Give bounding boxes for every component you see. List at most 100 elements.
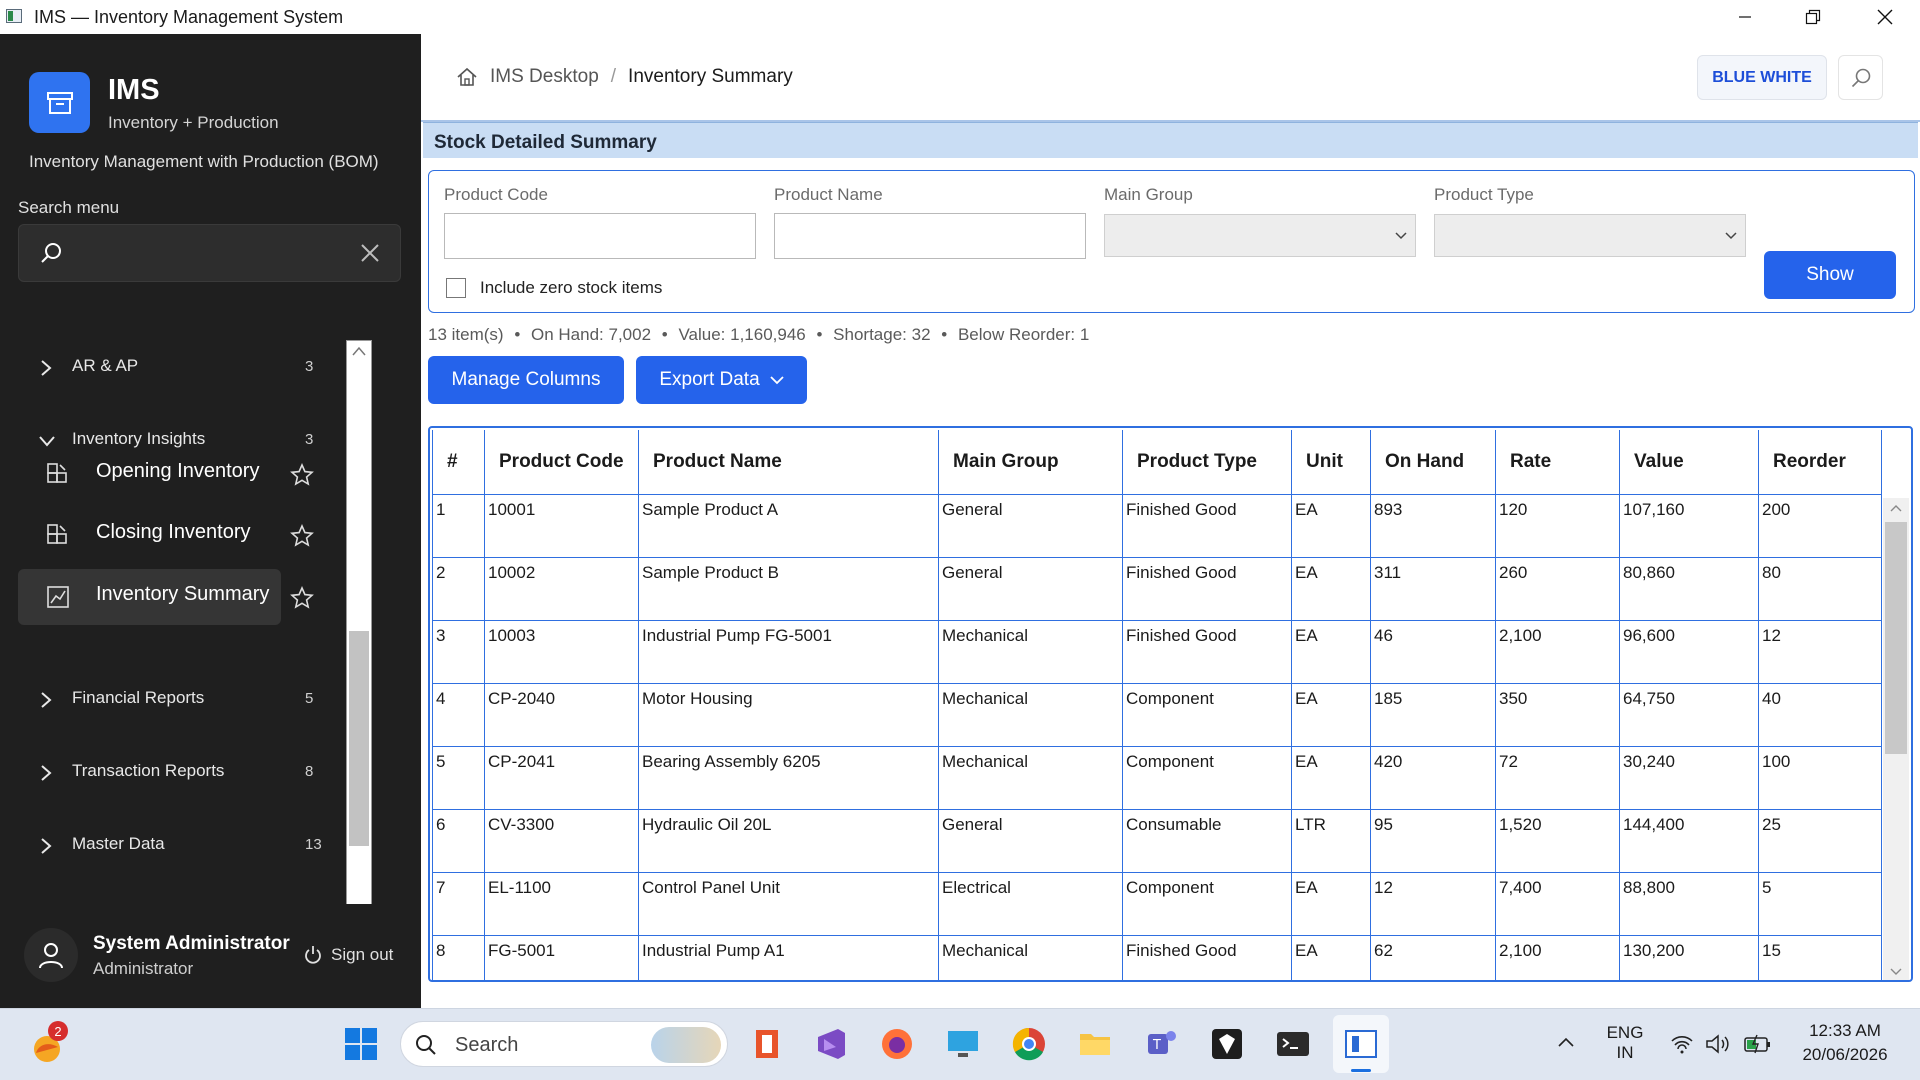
cell-main-group: General <box>938 808 1123 873</box>
show-button[interactable]: Show <box>1764 251 1896 299</box>
sidebar-scrollbar[interactable] <box>346 340 372 940</box>
wifi-icon[interactable] <box>1670 1034 1694 1054</box>
cell-product-code: 10002 <box>484 556 639 621</box>
nav-item-closing-inventory[interactable]: Closing Inventory <box>18 507 281 563</box>
favorite-star-icon[interactable] <box>290 463 314 487</box>
file-explorer-icon[interactable] <box>1076 1025 1114 1063</box>
chevron-down-icon <box>1395 232 1407 240</box>
export-data-button[interactable]: Export Data <box>636 356 807 404</box>
table-row[interactable]: 5 CP-2041 Bearing Assembly 6205 Mechanical C… <box>432 745 1882 810</box>
main-group-label: Main Group <box>1104 185 1193 204</box>
nav-section-ar-ap[interactable]: AR & AP 3 <box>0 340 340 396</box>
favorite-star-icon[interactable] <box>290 524 314 548</box>
ims-taskbar-button[interactable] <box>1333 1015 1389 1073</box>
nav-section-count: 8 <box>305 763 314 780</box>
theme-button[interactable]: BLUE WHITE <box>1697 55 1827 100</box>
language-code: ENG <box>1606 1023 1644 1042</box>
cell-unit: LTR <box>1291 808 1371 873</box>
avatar[interactable] <box>24 928 78 982</box>
clock-time: 12:33 AM <box>1809 1021 1881 1040</box>
minimize-button[interactable] <box>1710 0 1780 34</box>
taskbar-search[interactable]: Search <box>400 1021 728 1067</box>
cell-reorder: 25 <box>1758 808 1882 873</box>
column-header-unit[interactable]: Unit <box>1291 430 1371 495</box>
table-row[interactable]: 8 FG-5001 Industrial Pump A1 Mechanical Fini… <box>432 934 1882 980</box>
sign-out-button[interactable]: Sign out <box>303 945 393 965</box>
nav-section-master-data[interactable]: Master Data 13 <box>0 818 340 874</box>
nav-item-label: Opening Inventory <box>96 460 260 482</box>
volume-icon[interactable] <box>1705 1033 1731 1055</box>
column-header-product-name[interactable]: Product Name <box>638 430 939 495</box>
table-row[interactable]: 4 CP-2040 Motor Housing Mechanical Component… <box>432 682 1882 747</box>
firefox-icon[interactable] <box>878 1025 916 1063</box>
teams-icon[interactable]: T <box>1142 1025 1180 1063</box>
cell-index: 8 <box>432 934 485 980</box>
home-icon[interactable] <box>456 66 478 88</box>
restore-button[interactable] <box>1778 0 1848 34</box>
close-window-button[interactable] <box>1850 0 1920 34</box>
dev-tool-icon[interactable] <box>1208 1025 1246 1063</box>
table-row[interactable]: 1 10001 Sample Product A General Finished Go… <box>432 493 1882 558</box>
scroll-down-icon <box>1890 968 1902 975</box>
table-row[interactable]: 7 EL-1100 Control Panel Unit Electrical Comp… <box>432 871 1882 936</box>
breadcrumb: IMS Desktop / Inventory Summary <box>456 66 793 88</box>
nav-item-opening-inventory[interactable]: Opening Inventory <box>18 446 281 502</box>
table-row[interactable]: 2 10002 Sample Product B General Finished Go… <box>432 556 1882 621</box>
table-row[interactable]: 3 10003 Industrial Pump FG-5001 Mechanical F… <box>432 619 1882 684</box>
active-indicator <box>1351 1069 1371 1072</box>
zero-stock-checkbox[interactable] <box>446 278 466 298</box>
cell-index: 5 <box>432 745 485 810</box>
nav-section-label: Transaction Reports <box>72 761 225 780</box>
cell-rate: 260 <box>1495 556 1620 621</box>
start-icon[interactable] <box>342 1025 380 1063</box>
cell-on-hand: 311 <box>1370 556 1496 621</box>
table-scrollbar[interactable] <box>1883 498 1909 980</box>
column-header-product-code[interactable]: Product Code <box>484 430 639 495</box>
search-menu-input[interactable] <box>18 224 401 282</box>
nav-section-financial-reports[interactable]: Financial Reports 5 <box>0 672 340 728</box>
product-type-select[interactable] <box>1434 214 1746 257</box>
nav-item-inventory-summary[interactable]: Inventory Summary <box>18 569 281 625</box>
clock[interactable]: 12:33 AM 20/06/2026 <box>1785 1021 1905 1065</box>
chevron-up-icon[interactable] <box>1558 1037 1574 1047</box>
cell-reorder: 200 <box>1758 493 1882 558</box>
product-code-input[interactable] <box>444 213 756 259</box>
column-header-reorder[interactable]: Reorder <box>1758 430 1882 495</box>
user-icon <box>39 943 63 969</box>
weather-widget[interactable]: 2 <box>28 1021 68 1065</box>
column-header-product-type[interactable]: Product Type <box>1122 430 1292 495</box>
column-header-main-group[interactable]: Main Group <box>938 430 1123 495</box>
office-app-icon[interactable] <box>748 1025 786 1063</box>
favorite-star-icon[interactable] <box>290 586 314 610</box>
nav-section-count: 13 <box>305 836 322 853</box>
terminal-icon[interactable] <box>1274 1025 1312 1063</box>
table-row[interactable]: 6 CV-3300 Hydraulic Oil 20L General Consumab… <box>432 808 1882 873</box>
chrome-icon[interactable] <box>1010 1025 1048 1063</box>
filter-panel: Product Code Product Name Main Group Pro… <box>428 170 1915 313</box>
clear-search-icon[interactable] <box>360 243 380 263</box>
taskbar: 2 Search T ENG IN 12:33 AM 20/06/2026 <box>0 1008 1920 1080</box>
desktop-app-icon[interactable] <box>944 1025 982 1063</box>
table-scroll-thumb[interactable] <box>1885 522 1907 754</box>
cell-rate: 120 <box>1495 493 1620 558</box>
column-header-on-hand[interactable]: On Hand <box>1370 430 1496 495</box>
column-header-rate[interactable]: Rate <box>1495 430 1620 495</box>
column-header-value[interactable]: Value <box>1619 430 1759 495</box>
nav-section-transaction-reports[interactable]: Transaction Reports 8 <box>0 745 340 801</box>
column-header-index[interactable]: # <box>432 430 485 495</box>
language-indicator[interactable]: ENG IN <box>1600 1023 1650 1063</box>
product-name-input[interactable] <box>774 213 1086 259</box>
global-search-button[interactable] <box>1838 55 1883 100</box>
battery-icon[interactable] <box>1743 1033 1773 1055</box>
cell-main-group: Mechanical <box>938 682 1123 747</box>
inventory-icon <box>47 524 67 544</box>
cell-product-code: CV-3300 <box>484 808 639 873</box>
manage-columns-button[interactable]: Manage Columns <box>428 356 624 404</box>
breadcrumb-home[interactable]: IMS Desktop <box>490 66 599 88</box>
sidebar-scroll-thumb[interactable] <box>349 631 369 846</box>
cell-value: 80,860 <box>1619 556 1759 621</box>
cell-unit: EA <box>1291 556 1371 621</box>
visual-studio-icon[interactable] <box>812 1025 850 1063</box>
main-group-select[interactable] <box>1104 214 1416 257</box>
cell-product-name: Industrial Pump FG-5001 <box>638 619 939 684</box>
